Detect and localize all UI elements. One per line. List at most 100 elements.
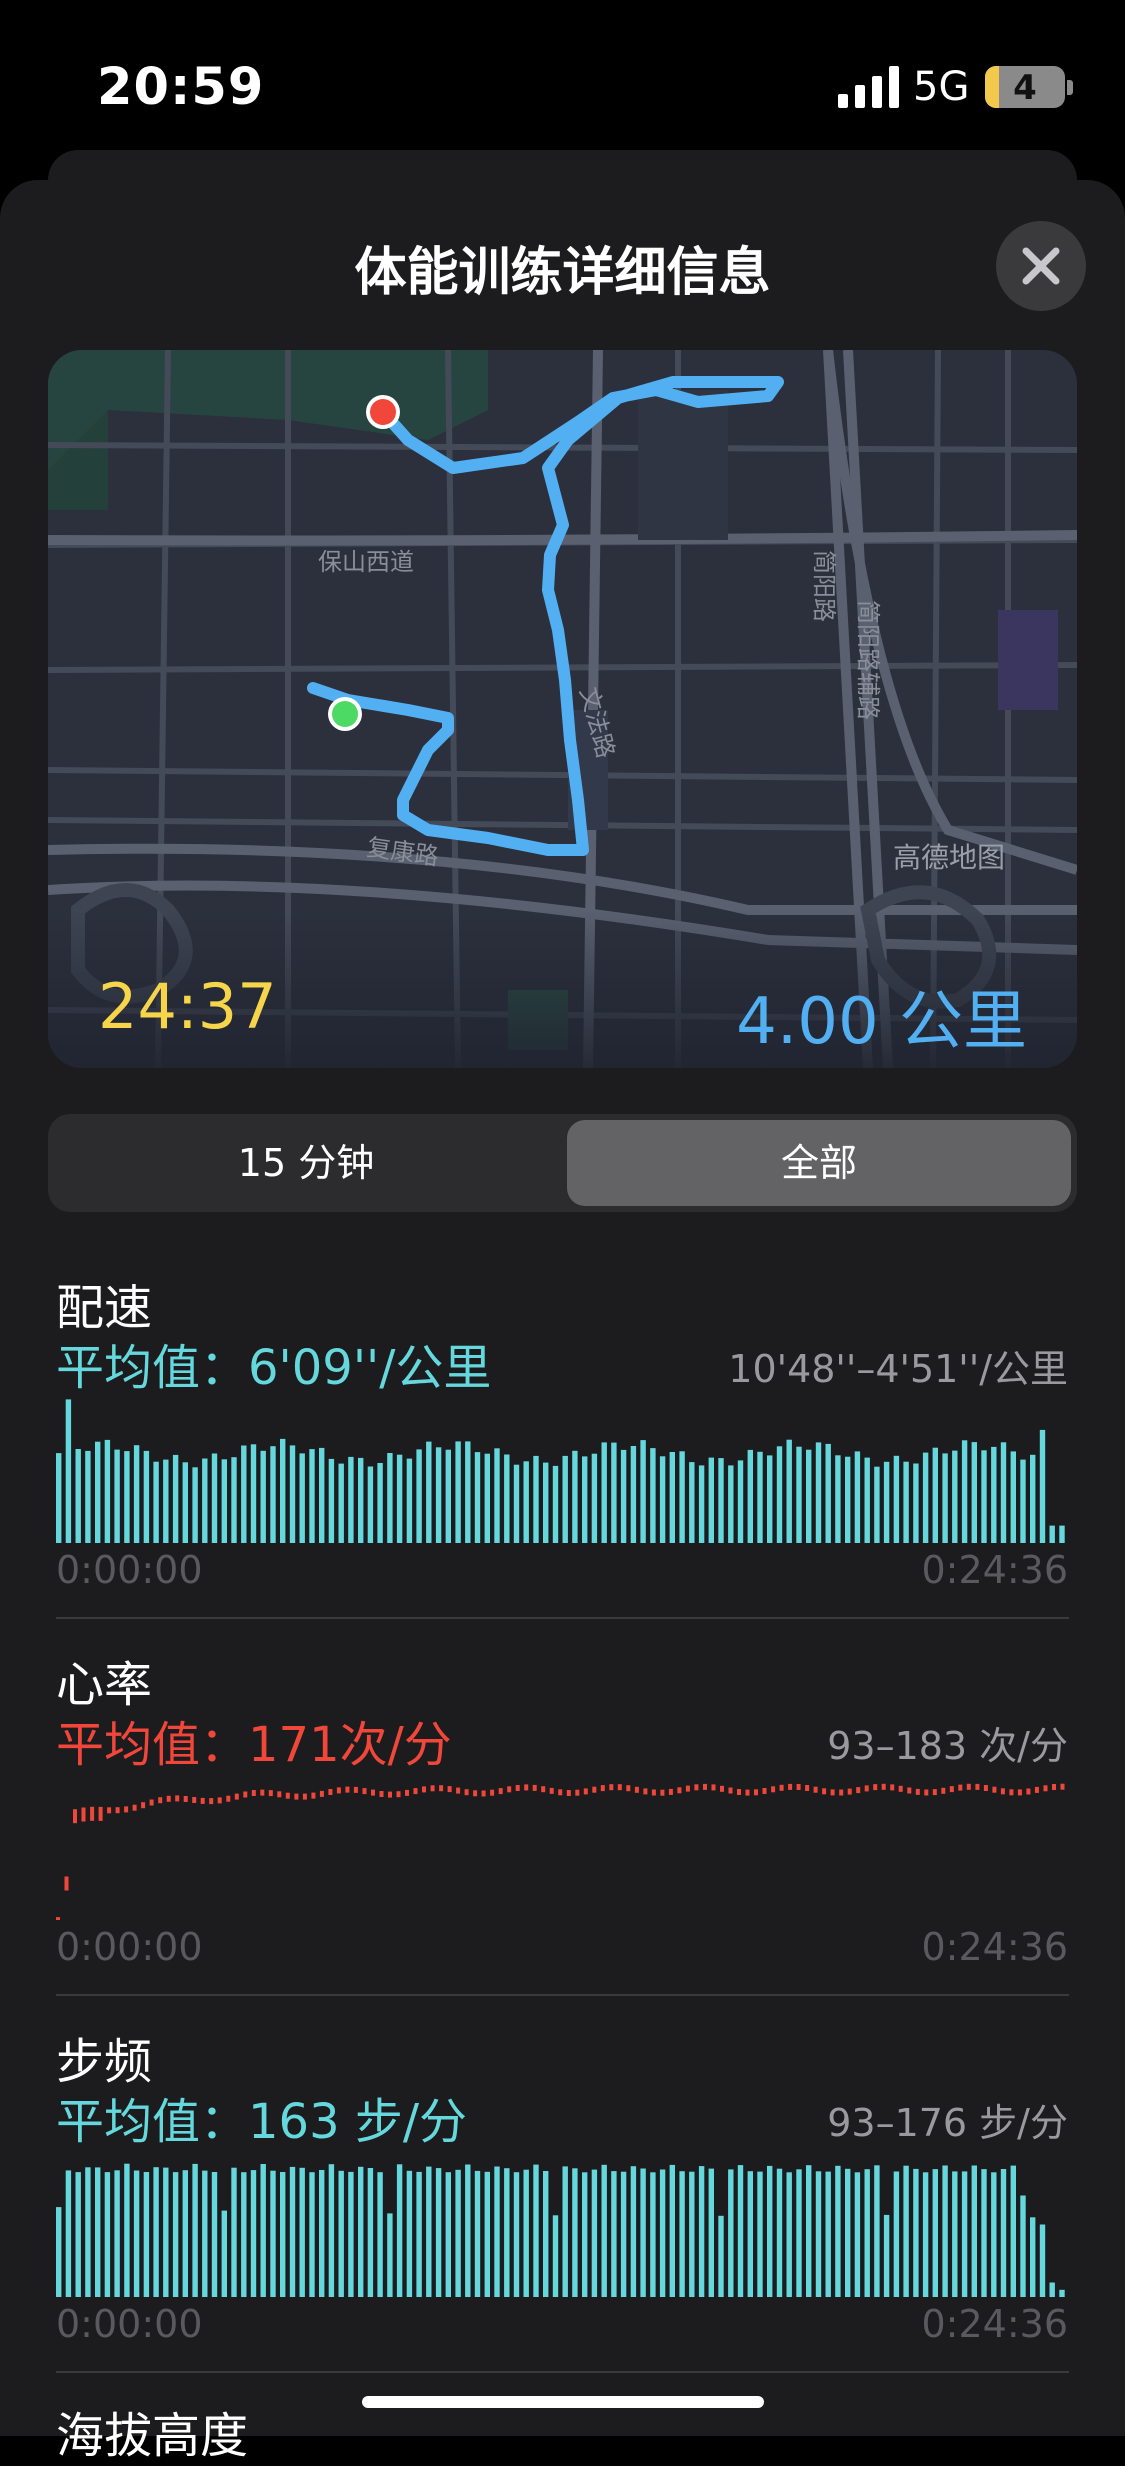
chart-point xyxy=(158,1797,163,1804)
chart-point xyxy=(277,1791,282,1798)
chart-bar xyxy=(961,1440,968,1543)
street-label: 保山西道 xyxy=(318,548,414,576)
chart-bar xyxy=(698,1465,705,1543)
chart-bar xyxy=(796,1446,802,1543)
chart-point xyxy=(711,1784,716,1791)
chart-bar xyxy=(952,2171,958,2297)
chart-bar xyxy=(114,1449,120,1543)
chart-bar xyxy=(192,1467,198,1543)
chart-point xyxy=(192,1797,197,1803)
chart-point xyxy=(932,1789,937,1796)
time-range-segmented-control: 15 分钟 全部 xyxy=(48,1114,1077,1212)
segment-15-minutes[interactable]: 15 分钟 xyxy=(54,1120,558,1206)
chart-bar xyxy=(572,2168,578,2297)
chart-bar xyxy=(231,1457,237,1543)
segment-all[interactable]: 全部 xyxy=(567,1120,1071,1206)
chart-bar xyxy=(328,2164,335,2297)
chart-bar xyxy=(406,1458,413,1543)
chart-point xyxy=(422,1786,426,1793)
chart-bar xyxy=(192,2163,198,2297)
chart-point xyxy=(1052,1784,1056,1790)
chart-bar xyxy=(922,1452,929,1543)
chart-point xyxy=(694,1784,699,1791)
chart-bar xyxy=(377,1463,383,1543)
chart-bar xyxy=(1039,1429,1046,1543)
chart-bar xyxy=(504,1454,510,1543)
cadence-bar-chart xyxy=(56,2163,1065,2297)
chart-point xyxy=(762,1788,767,1794)
chart-bar xyxy=(903,1461,909,1543)
chart-bar xyxy=(786,2172,792,2297)
chart-bar xyxy=(1010,2165,1016,2297)
chart-bar xyxy=(679,1451,685,1543)
chart-point xyxy=(754,1789,758,1796)
close-button[interactable] xyxy=(996,221,1086,311)
chart-bar xyxy=(991,1446,997,1543)
chart-bar xyxy=(484,1453,490,1543)
chart-point xyxy=(260,1789,265,1796)
chart-point xyxy=(56,1917,60,1920)
chart-point xyxy=(805,1785,810,1791)
route-map[interactable]: 保山西道 简阳路 简阳路辅路 文法路 复康路 高德地图 24:37 4.00 公… xyxy=(48,350,1077,1068)
chart-point xyxy=(549,1787,554,1794)
chart-bar xyxy=(523,1461,529,1543)
chart-bar xyxy=(640,1440,646,1543)
chart-bar xyxy=(319,2170,325,2297)
chart-point xyxy=(898,1785,903,1792)
chart-point xyxy=(643,1788,648,1795)
chart-bar xyxy=(883,1461,890,1543)
chart-point xyxy=(839,1789,844,1796)
chart-bar xyxy=(358,1457,364,1543)
chart-bar xyxy=(202,2170,208,2297)
chart-point xyxy=(124,1806,129,1813)
chart-bar xyxy=(620,2171,627,2297)
chart-bar xyxy=(786,1439,792,1543)
chart-bar xyxy=(211,1453,218,1543)
chart-bar xyxy=(1059,2289,1065,2297)
chart-bar xyxy=(874,1466,880,1543)
chart-point xyxy=(464,1789,469,1796)
chart-point xyxy=(796,1784,801,1790)
chart-bar xyxy=(552,2215,559,2297)
chart-bar xyxy=(387,2213,393,2297)
chart-bar xyxy=(426,2166,432,2297)
chart-point xyxy=(634,1786,639,1793)
chart-point xyxy=(98,1806,103,1821)
chart-bar xyxy=(961,2171,968,2297)
chart-bar xyxy=(708,1457,714,1543)
chart-bar xyxy=(1039,2224,1046,2297)
chart-point xyxy=(685,1785,690,1792)
chart-point xyxy=(864,1785,869,1792)
chart-bar xyxy=(465,1441,471,1543)
heart-rate-chart xyxy=(56,1783,1065,1920)
chart-bar xyxy=(270,1446,276,1543)
chart-point xyxy=(90,1806,95,1821)
home-indicator[interactable] xyxy=(362,2396,764,2408)
chart-bar xyxy=(338,1463,344,1543)
chart-bar xyxy=(611,2171,617,2297)
chart-point xyxy=(336,1787,341,1794)
chart-bar xyxy=(75,2172,81,2297)
chart-point xyxy=(907,1787,912,1794)
chart-point xyxy=(1060,1783,1065,1790)
chart-bar xyxy=(835,2165,841,2297)
chart-point xyxy=(873,1784,878,1791)
street-label: 简阳路 xyxy=(810,550,838,622)
chart-bar xyxy=(377,2172,383,2297)
chart-point xyxy=(234,1793,239,1800)
chart-bar xyxy=(387,1453,393,1543)
chart-bar xyxy=(718,1458,724,1543)
chart-bar xyxy=(445,1449,451,1543)
chart-point xyxy=(677,1787,682,1794)
chart-bar xyxy=(650,2172,656,2297)
chart-bar xyxy=(776,1446,783,1543)
chart-bar xyxy=(582,1456,588,1543)
chart-bar xyxy=(942,1453,948,1543)
chart-bar xyxy=(728,1465,734,1543)
chart-bar xyxy=(864,1457,870,1543)
chart-bar xyxy=(474,2170,481,2297)
chart-bar xyxy=(435,2168,442,2297)
chart-bar xyxy=(689,2171,695,2297)
chart-bar xyxy=(971,1442,977,1543)
chart-bar xyxy=(56,1453,62,1543)
